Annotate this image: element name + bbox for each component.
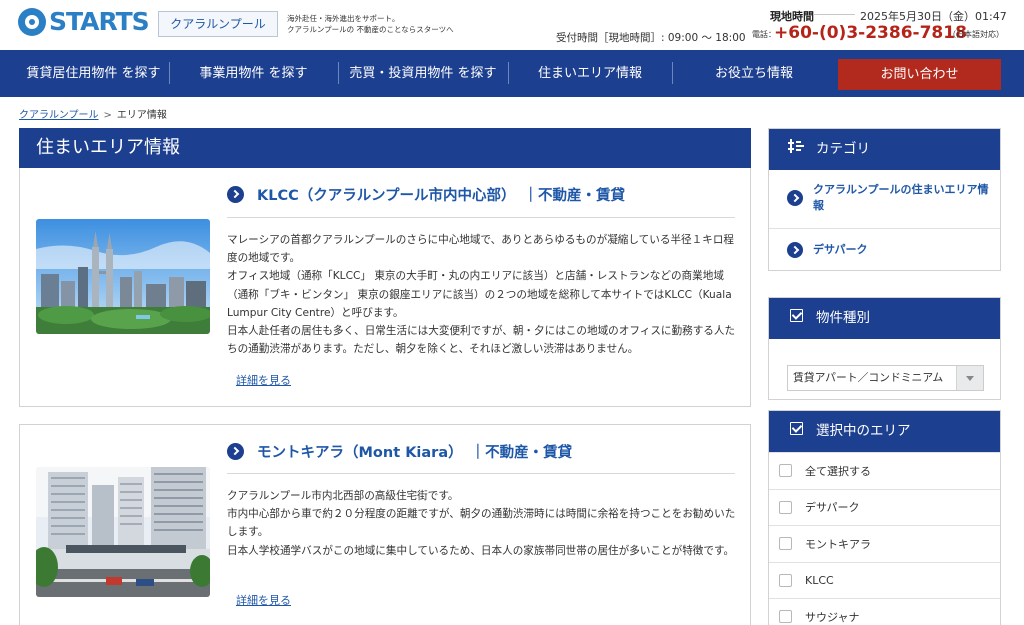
category-item-label[interactable]: クアラルンプールの住まいエリア情報 xyxy=(813,183,988,212)
phone-note: （日本語対応） xyxy=(948,30,1004,39)
mont-kiara-divider xyxy=(227,473,735,474)
checkbox-checked-icon xyxy=(786,298,806,339)
business-hours: 受付時間［現地時間］: 09:00 〜 18:00 xyxy=(556,32,746,44)
category-item-desa-park[interactable]: デサパーク xyxy=(769,228,1000,272)
tagline-line-2: クアラルンプールの 不動産のことならスターツへ xyxy=(287,25,454,34)
breadcrumb-separator: > xyxy=(103,110,112,121)
checkbox-icon[interactable] xyxy=(779,464,792,478)
checkbox-icon[interactable] xyxy=(779,500,792,514)
checkbox-checked-icon xyxy=(786,411,806,452)
breadcrumb-home-link[interactable]: クアラルンプール xyxy=(19,110,99,121)
area-item-saujana[interactable]: サウジャナ xyxy=(769,598,1000,625)
mont-kiara-paragraph-3: 日本人学校通学バスがこの地域に集中しているため、日本人の家族帯同世帯の居住が多い… xyxy=(227,544,735,557)
category-header: カテゴリ xyxy=(769,129,1000,170)
nav-item-residential-rent[interactable]: 賃貸居住用物件 を探す xyxy=(18,50,169,97)
logo-mark-icon xyxy=(18,8,46,36)
klcc-skyline-photo[interactable] xyxy=(36,219,210,334)
city-badge[interactable]: クアラルンプール xyxy=(158,11,278,37)
breadcrumb-current: エリア情報 xyxy=(116,110,167,121)
category-icon xyxy=(786,129,806,170)
property-type-select[interactable]: 賃貸アパート／コンドミニアム xyxy=(787,365,984,391)
site-header: STARTS クアラルンプール 海外赴任・海外進出をサポート。 クアラルンプール… xyxy=(0,0,1024,50)
klcc-paragraph-2: オフィス地域（通称「KLCC」 東京の大手町・丸の内エリアに該当）と店舗・レスト… xyxy=(227,270,732,319)
area-item-mont-kiara[interactable]: モントキアラ xyxy=(769,525,1000,562)
phone-label: 電話： xyxy=(752,30,776,39)
area-card-mont-kiara: モントキアラ（Mont Kiara） ｜不動産・賃貸 クアラルンプール市内北西部… xyxy=(19,424,751,625)
area-item-label: 全て選択する xyxy=(805,464,871,478)
area-item-label: サウジャナ xyxy=(805,610,860,624)
area-item-label: モントキアラ xyxy=(805,537,871,551)
nav-item-useful-info[interactable]: お役立ち情報 xyxy=(672,50,836,97)
selected-area-title: 選択中のエリア xyxy=(816,423,911,439)
local-time-value: 2025年5月30日（金）01:47 xyxy=(860,10,1007,23)
chevron-circle-icon xyxy=(227,443,244,460)
category-item-kl-area[interactable]: クアラルンプールの住まいエリア情報 xyxy=(769,170,1000,228)
mont-kiara-description: クアラルンプール市内北西部の高級住宅街です。 市内中心部から車で約２０分程度の距… xyxy=(227,487,737,560)
mont-kiara-image xyxy=(36,467,210,597)
klcc-heading[interactable]: KLCC（クアラルンプール市内中心部） ｜不動産・賃貸 xyxy=(227,184,625,205)
starts-logo[interactable]: STARTS xyxy=(18,7,150,36)
mont-kiara-detail-link[interactable]: 詳細を見る xyxy=(236,592,291,608)
property-type-panel: 物件種別 賃貸アパート／コンドミニアム xyxy=(768,297,1001,400)
nav-item-area-info[interactable]: 住まいエリア情報 xyxy=(508,50,672,97)
property-type-selected: 賃貸アパート／コンドミニアム xyxy=(793,371,944,384)
chevron-circle-icon xyxy=(227,186,244,203)
nav-item-sale-investment[interactable]: 売買・投資用物件 を探す xyxy=(338,50,508,97)
nav-item-commercial[interactable]: 事業用物件 を探す xyxy=(169,50,338,97)
selected-area-header: 選択中のエリア xyxy=(769,411,1000,452)
area-item-label: デサパーク xyxy=(805,501,860,515)
klcc-description: マレーシアの首都クアラルンプールのさらに中心地域で、ありとあらゆるものが凝縮して… xyxy=(227,231,737,358)
checkbox-icon[interactable] xyxy=(779,573,792,587)
mont-kiara-paragraph-1: クアラルンプール市内北西部の高級住宅街です。 xyxy=(227,490,459,502)
breadcrumb: クアラルンプール > エリア情報 xyxy=(19,106,167,121)
klcc-detail-link[interactable]: 詳細を見る xyxy=(236,372,291,388)
category-title: カテゴリ xyxy=(816,141,870,157)
mont-kiara-subtitle: ｜不動産・賃貸 xyxy=(470,445,573,461)
checkbox-icon[interactable] xyxy=(779,537,792,551)
klcc-subtitle: ｜不動産・賃貸 xyxy=(523,188,626,204)
klcc-title[interactable]: KLCC（クアラルンプール市内中心部） xyxy=(257,184,516,205)
tagline-line-1: 海外赴任・海外進出をサポート。 xyxy=(287,14,400,23)
area-item-select-all[interactable]: 全て選択する xyxy=(769,452,1000,489)
selected-area-panel: 選択中のエリア 全て選択する デサパーク モントキアラ KLCC サウジャナ xyxy=(768,410,1001,625)
local-time-label: 現地時間 xyxy=(770,10,814,23)
page-title: 住まいエリア情報 xyxy=(19,128,751,168)
checkbox-icon[interactable] xyxy=(779,610,792,624)
property-type-header: 物件種別 xyxy=(769,298,1000,339)
logo-text: STARTS xyxy=(49,7,150,36)
klcc-divider xyxy=(227,217,735,218)
mont-kiara-paragraph-2: 市内中心部から車で約２０分程度の距離ですが、朝夕の通勤渋滞時には時間に余裕を持つ… xyxy=(227,508,736,539)
klcc-paragraph-3: 日本人赴任者の居住も多く、日常生活には大変便利ですが、朝・夕にはこの地域のオフィ… xyxy=(227,325,736,356)
mont-kiara-heading[interactable]: モントキアラ（Mont Kiara） ｜不動産・賃貸 xyxy=(227,441,572,462)
area-item-desa-park[interactable]: デサパーク xyxy=(769,488,1000,526)
category-panel: カテゴリ クアラルンプールの住まいエリア情報 デサパーク xyxy=(768,128,1001,271)
local-time-divider xyxy=(813,14,855,15)
tagline: 海外赴任・海外進出をサポート。 クアラルンプールの 不動産のことならスターツへ xyxy=(287,13,454,35)
klcc-paragraph-1: マレーシアの首都クアラルンプールのさらに中心地域で、ありとあらゆるものが凝縮して… xyxy=(227,234,735,265)
chevron-circle-icon xyxy=(787,242,803,258)
area-item-klcc[interactable]: KLCC xyxy=(769,561,1000,599)
phone-number[interactable]: +60-(0)3-2386-7818 xyxy=(774,23,967,43)
mont-kiara-photo[interactable] xyxy=(36,467,210,597)
klcc-skyline-image xyxy=(36,219,210,334)
main-nav: 賃貸居住用物件 を探す 事業用物件 を探す 売買・投資用物件 を探す 住まいエリ… xyxy=(0,50,1024,97)
contact-button[interactable]: お問い合わせ xyxy=(838,59,1001,90)
select-arrow-icon[interactable] xyxy=(956,366,983,390)
category-item-label[interactable]: デサパーク xyxy=(813,243,868,256)
chevron-circle-icon xyxy=(787,190,803,206)
area-item-label: KLCC xyxy=(805,573,834,587)
property-type-title: 物件種別 xyxy=(816,310,870,326)
area-card-klcc: KLCC（クアラルンプール市内中心部） ｜不動産・賃貸 マレーシアの首都クアラル… xyxy=(19,168,751,407)
mont-kiara-title[interactable]: モントキアラ（Mont Kiara） xyxy=(257,441,463,462)
